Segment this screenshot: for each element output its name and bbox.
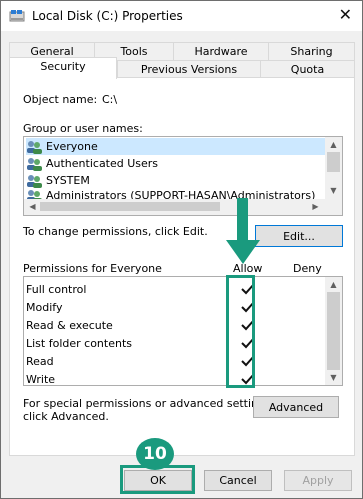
permission-name: Full control <box>26 282 87 296</box>
list-item[interactable]: Administrators (SUPPORT-HASAN\Administra… <box>26 189 315 199</box>
drive-icon <box>9 10 25 22</box>
list-item[interactable]: SYSTEM <box>26 172 90 189</box>
group-list-vscrollbar[interactable]: ▲ ▼ <box>325 137 342 199</box>
scroll-thumb[interactable] <box>40 202 220 211</box>
cancel-button[interactable]: Cancel <box>204 470 272 491</box>
group-names-label: Group or user names: <box>23 122 143 135</box>
list-item-label: Administrators (SUPPORT-HASAN\Administra… <box>46 189 316 199</box>
advanced-button[interactable]: Advanced <box>253 396 339 418</box>
list-item-label: SYSTEM <box>46 174 90 187</box>
allow-column-highlight <box>226 275 255 388</box>
table-row: Write <box>24 370 324 386</box>
permissions-list[interactable]: Full control Modify Read & execute List … <box>23 276 343 386</box>
tab-sharing[interactable]: Sharing <box>268 42 355 61</box>
window-title: Local Disk (C:) Properties <box>32 9 183 23</box>
scroll-up-icon[interactable]: ▲ <box>327 278 340 291</box>
list-item-label: Everyone <box>46 140 98 153</box>
edit-button[interactable]: Edit... <box>255 225 343 247</box>
group-list-hscrollbar[interactable]: ◀ ▶ <box>24 199 342 215</box>
permission-name: Write <box>26 372 56 386</box>
apply-button[interactable]: Apply <box>284 470 352 491</box>
tab-security[interactable]: Security <box>9 57 117 79</box>
permission-name: Read & execute <box>26 318 113 332</box>
scroll-thumb[interactable] <box>327 292 340 370</box>
permission-name: List folder contents <box>26 336 132 350</box>
scroll-thumb[interactable] <box>327 152 340 172</box>
table-row: List folder contents <box>24 334 324 352</box>
permission-name: Modify <box>26 300 63 314</box>
change-permissions-text: To change permissions, click Edit. <box>23 225 208 238</box>
list-item[interactable]: Authenticated Users <box>26 155 158 172</box>
special-permissions-text-2: click Advanced. <box>23 410 109 423</box>
step-number-badge: 10 <box>136 438 174 470</box>
user-group-icon <box>27 140 42 154</box>
object-name-value: C:\ <box>102 93 118 106</box>
scroll-down-icon[interactable]: ▼ <box>327 371 340 384</box>
scroll-up-icon[interactable]: ▲ <box>327 138 340 151</box>
table-row: Read & execute <box>24 316 324 334</box>
close-icon[interactable]: ✕ <box>339 6 352 24</box>
table-row: Read <box>24 352 324 370</box>
list-item-label: Authenticated Users <box>46 157 159 170</box>
object-name-label: Object name: <box>23 93 98 106</box>
scroll-down-icon[interactable]: ▼ <box>327 184 340 197</box>
user-group-icon <box>27 174 42 188</box>
properties-dialog: Local Disk (C:) Properties ✕ General Too… <box>0 0 363 499</box>
scroll-right-icon[interactable]: ▶ <box>309 200 322 213</box>
user-group-icon <box>27 190 42 199</box>
scroll-left-icon[interactable]: ◀ <box>26 200 39 213</box>
list-item[interactable]: Everyone <box>26 138 326 155</box>
user-group-icon <box>27 157 42 171</box>
group-names-list[interactable]: Everyone Authenticated Users SYSTEM Admi… <box>23 136 343 216</box>
deny-header: Deny <box>293 262 322 275</box>
tab-hardware[interactable]: Hardware <box>173 42 269 61</box>
title-bar: Local Disk (C:) Properties ✕ <box>1 1 362 31</box>
special-permissions-text: For special permissions or advanced sett… <box>23 397 275 410</box>
permission-name: Read <box>26 354 54 368</box>
arrow-down-icon <box>226 198 260 264</box>
permissions-vscrollbar[interactable]: ▲ ▼ <box>325 277 342 385</box>
table-row: Full control <box>24 280 324 298</box>
table-row: Modify <box>24 298 324 316</box>
permissions-header: Permissions for Everyone <box>23 262 162 275</box>
